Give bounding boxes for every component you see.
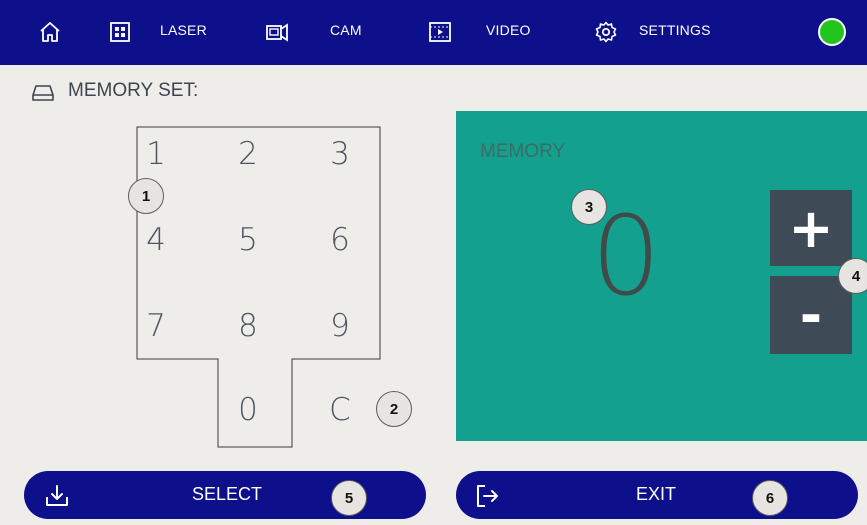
laser-grid-icon[interactable] bbox=[108, 20, 132, 44]
keypad-key-1[interactable]: 1 bbox=[126, 136, 186, 172]
callout-5: 5 bbox=[331, 480, 367, 516]
keypad-key-9[interactable]: 9 bbox=[310, 308, 370, 344]
exit-button[interactable]: EXIT bbox=[456, 471, 858, 519]
keypad-key-3[interactable]: 3 bbox=[310, 136, 370, 172]
memory-panel: MEMORY 0 + - bbox=[456, 111, 867, 441]
nav-item-laser[interactable]: LASER bbox=[160, 22, 207, 38]
decrement-button[interactable]: - bbox=[770, 276, 852, 354]
keypad-key-2[interactable]: 2 bbox=[218, 136, 278, 172]
increment-button[interactable]: + bbox=[770, 190, 852, 266]
callout-4: 4 bbox=[838, 258, 867, 294]
video-icon[interactable] bbox=[428, 20, 452, 44]
logout-icon bbox=[477, 485, 498, 507]
keypad-key-7[interactable]: 7 bbox=[126, 308, 186, 344]
top-nav-bar: LASER CAM VIDEO SETTINGS bbox=[0, 0, 867, 65]
section-title-text: MEMORY SET: bbox=[68, 80, 199, 101]
camera-icon[interactable] bbox=[265, 20, 289, 44]
keypad-key-0[interactable]: 0 bbox=[218, 392, 278, 428]
status-indicator bbox=[818, 18, 846, 46]
home-icon[interactable] bbox=[38, 20, 62, 44]
callout-2: 2 bbox=[376, 391, 412, 427]
keypad-key-8[interactable]: 8 bbox=[218, 308, 278, 344]
memory-label: MEMORY bbox=[480, 141, 566, 162]
nav-item-video[interactable]: VIDEO bbox=[486, 22, 531, 38]
callout-6: 6 bbox=[752, 480, 788, 516]
nav-item-cam[interactable]: CAM bbox=[330, 22, 362, 38]
keypad-key-4[interactable]: 4 bbox=[126, 222, 186, 258]
drive-icon bbox=[32, 85, 54, 101]
keypad-key-6[interactable]: 6 bbox=[310, 222, 370, 258]
nav-item-settings[interactable]: SETTINGS bbox=[639, 22, 711, 38]
select-button-label: SELECT bbox=[192, 484, 263, 504]
exit-button-label: EXIT bbox=[636, 484, 677, 504]
keypad-key-5[interactable]: 5 bbox=[218, 222, 278, 258]
gear-icon[interactable] bbox=[594, 20, 618, 44]
keypad-key-clear[interactable]: C bbox=[310, 392, 370, 428]
download-icon bbox=[46, 485, 68, 506]
callout-1: 1 bbox=[128, 178, 164, 214]
callout-3: 3 bbox=[571, 189, 607, 225]
